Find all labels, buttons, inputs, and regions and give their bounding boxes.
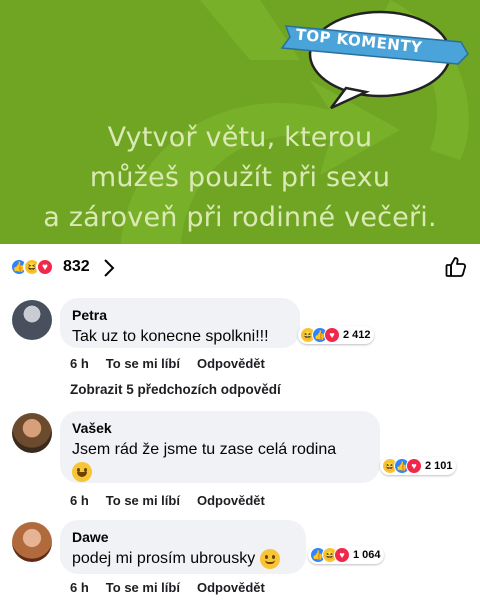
chevron-right-icon[interactable] — [102, 257, 116, 279]
caption-line: Vytvoř větu, kterou — [107, 122, 373, 153]
like-button-icon[interactable] — [444, 255, 468, 279]
love-icon: ♥ — [324, 327, 340, 343]
comment-time[interactable]: 6 h — [70, 356, 89, 371]
like-link[interactable]: To se mi líbí — [106, 356, 180, 371]
comment-author[interactable]: Dawe — [72, 528, 294, 546]
like-link[interactable]: To se mi líbí — [106, 493, 180, 508]
comment-actions: 6 h To se mi líbí Odpovědět — [70, 356, 265, 371]
avatar[interactable] — [12, 522, 52, 562]
comment-bubble: Petra Tak uz to konecne spolkni!!! — [60, 298, 300, 348]
reactions-bar[interactable]: 👍 😆 ♥ 832 — [0, 244, 480, 290]
like-link[interactable]: To se mi líbí — [106, 580, 180, 595]
comment-reaction-count: 2 412 — [343, 329, 371, 341]
avatar[interactable] — [12, 413, 52, 453]
love-icon: ♥ — [406, 458, 422, 474]
love-icon: ♥ — [36, 258, 54, 276]
post-caption: Vytvoř větu, kterou můžeš použít při sex… — [0, 118, 480, 238]
reply-link[interactable]: Odpovědět — [197, 493, 265, 508]
speech-bubble-ribbon-icon — [280, 10, 469, 110]
reaction-count: 832 — [63, 258, 90, 275]
comment-text-content: Jsem rád že jsme tu zase celá rodina — [72, 441, 337, 458]
love-icon: ♥ — [334, 547, 350, 563]
comment-reactions[interactable]: 👍 😆 ♥ 1 064 — [308, 546, 384, 564]
comments-card: 👍 😆 ♥ 832 Petra Tak uz to konecne spolkn… — [0, 244, 480, 600]
comment-text: Tak uz to konecne spolkni!!! — [72, 328, 269, 345]
caption-line: můžeš použít při sexu — [89, 162, 391, 193]
reply-link[interactable]: Odpovědět — [197, 356, 265, 371]
comment-time[interactable]: 6 h — [70, 493, 89, 508]
comment-text: Jsem rád že jsme tu zase celá rodina — [72, 439, 368, 483]
post-image: Vytvoř větu, kterou můžeš použít při sex… — [0, 0, 480, 244]
comment-reactions[interactable]: 😆 👍 ♥ 2 101 — [380, 457, 456, 475]
comment-actions: 6 h To se mi líbí Odpovědět — [70, 580, 265, 595]
comment-text-content: podej mi prosím ubrousky — [72, 550, 256, 567]
reply-link[interactable]: Odpovědět — [197, 580, 265, 595]
show-previous-replies-link[interactable]: Zobrazit 5 předchozích odpovědí — [70, 382, 281, 397]
comment-actions: 6 h To se mi líbí Odpovědět — [70, 493, 265, 508]
caption-line: a zároveň při rodinné večeři. — [43, 202, 437, 233]
comment-bubble: Vašek Jsem rád že jsme tu zase celá rodi… — [60, 411, 380, 483]
comment-time[interactable]: 6 h — [70, 580, 89, 595]
comment-bubble: Dawe podej mi prosím ubrousky — [60, 520, 306, 574]
comment-author[interactable]: Vašek — [72, 419, 368, 437]
comment-text: podej mi prosím ubrousky — [72, 548, 294, 570]
laughing-emoji-icon — [72, 461, 92, 482]
top-comments-badge: TOP KOMENTY — [276, 4, 476, 110]
reaction-icons: 👍 😆 ♥ — [10, 258, 54, 276]
smiling-emoji-icon — [259, 548, 280, 569]
comment-reaction-count: 2 101 — [425, 460, 453, 472]
comment-reaction-count: 1 064 — [353, 549, 381, 561]
comment-author[interactable]: Petra — [72, 306, 288, 324]
comment-reactions[interactable]: 😆 👍 ♥ 2 412 — [298, 326, 374, 344]
avatar[interactable] — [12, 300, 52, 340]
